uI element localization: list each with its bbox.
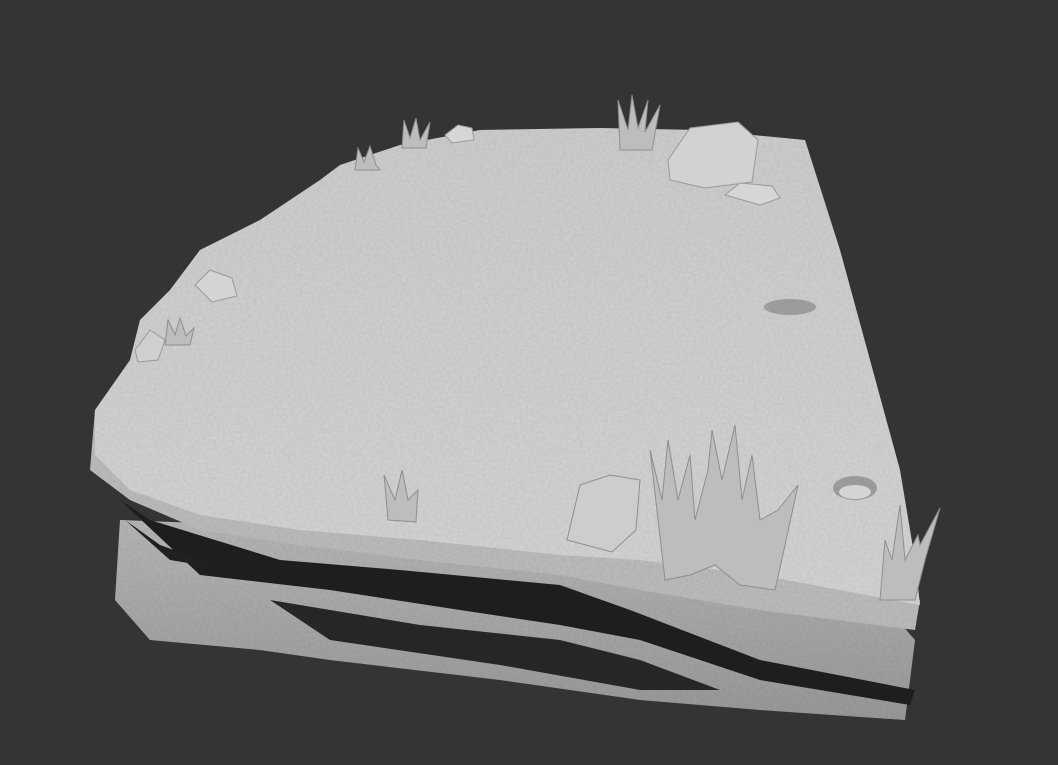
hole-floor xyxy=(839,485,871,499)
hole xyxy=(764,299,816,315)
grass-tuft xyxy=(401,117,431,149)
rock xyxy=(444,124,475,144)
grass-tuft xyxy=(617,94,661,151)
3d-viewport[interactable] xyxy=(0,0,1058,765)
